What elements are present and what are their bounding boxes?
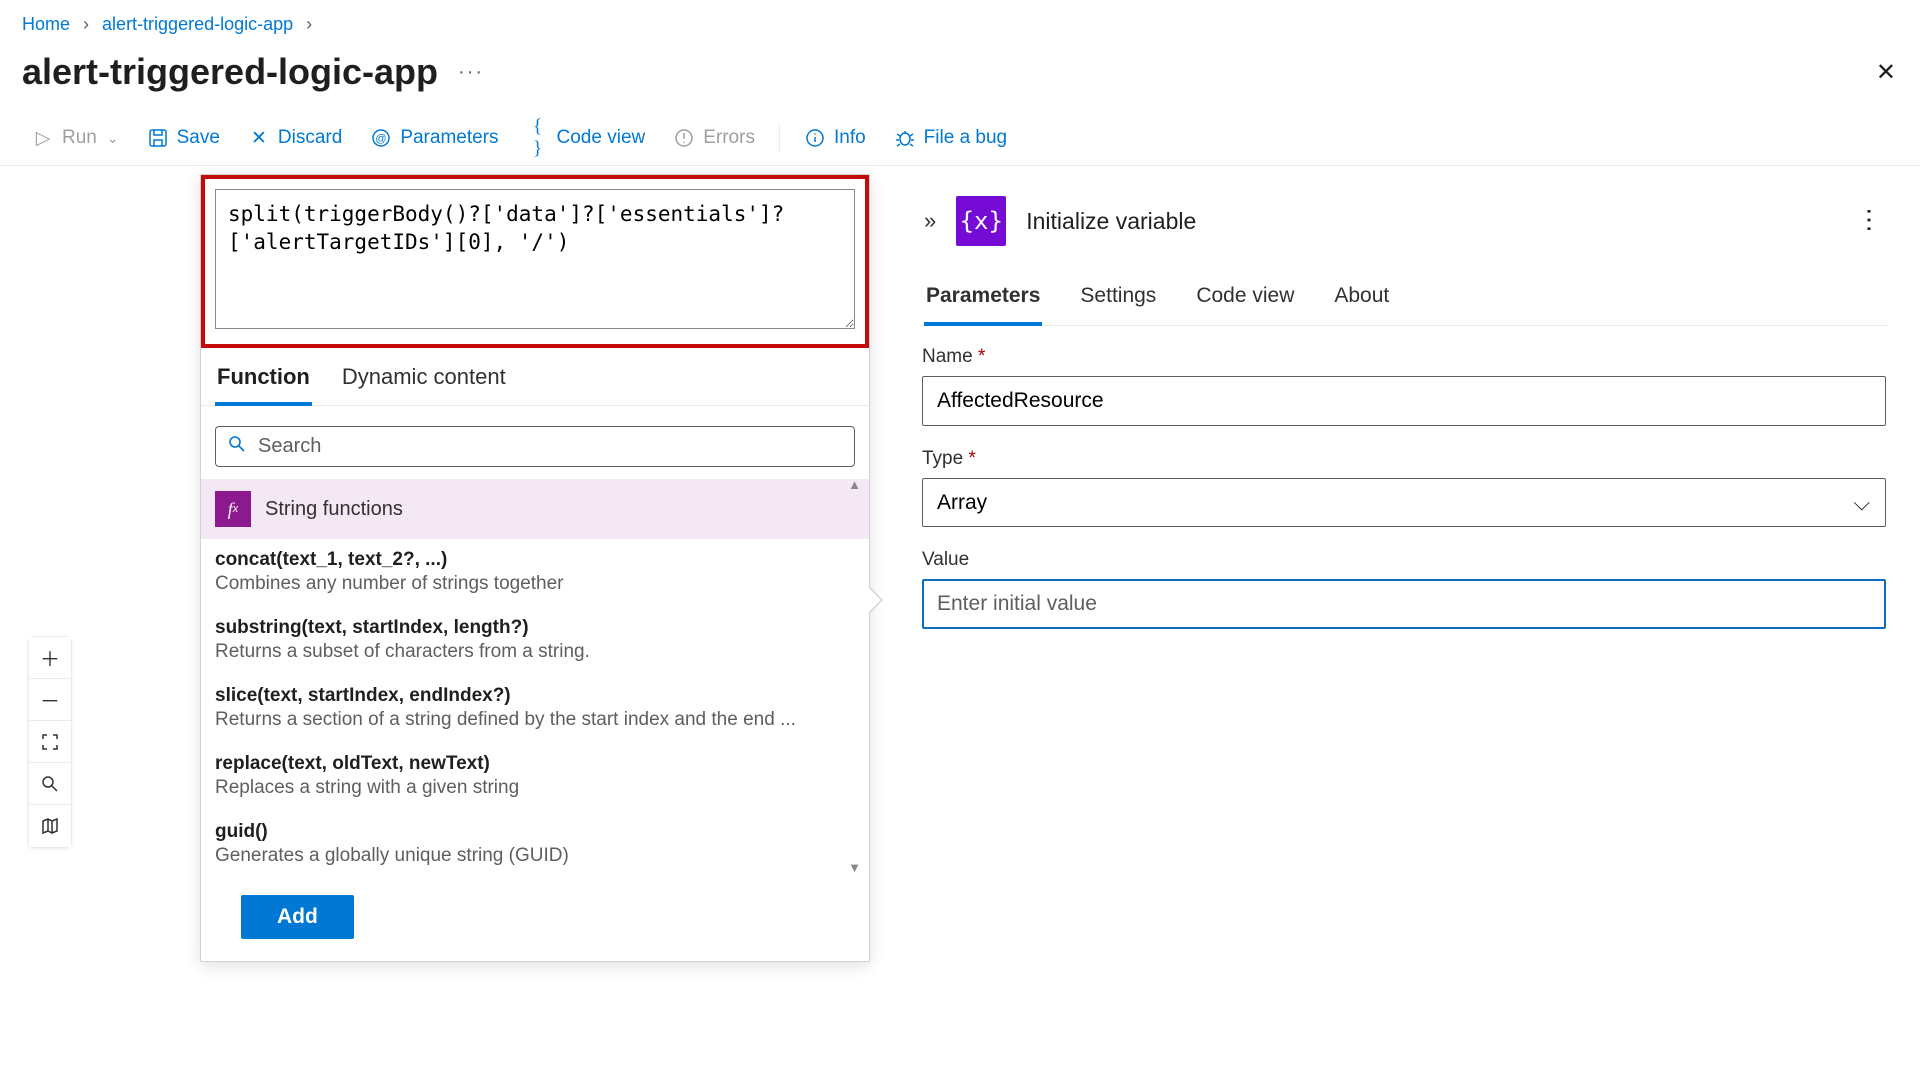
canvas-controls: ＋ － (28, 636, 72, 848)
properties-panel: » {x} Initialize variable ⋯ Parameters S… (910, 166, 1920, 1046)
breadcrumb-parent[interactable]: alert-triggered-logic-app (102, 14, 293, 34)
tab-function[interactable]: Function (215, 356, 312, 406)
field-name: Name * (922, 346, 1886, 426)
name-input[interactable] (922, 376, 1886, 426)
function-description: Generates a globally unique string (GUID… (215, 845, 855, 867)
function-description: Replaces a string with a given string (215, 777, 855, 799)
expression-editor-panel: split(triggerBody()?['data']?['essential… (200, 174, 870, 962)
field-value: Value (922, 549, 1886, 629)
tab-codeview[interactable]: Code view (1194, 276, 1296, 325)
field-type: Type * Array (922, 448, 1886, 527)
function-item[interactable]: concat(text_1, text_2?, ...) Combines an… (201, 539, 869, 607)
function-signature: concat(text_1, text_2?, ...) (215, 549, 855, 571)
discard-label: Discard (278, 127, 342, 149)
parameters-button[interactable]: @ Parameters (356, 121, 512, 155)
svg-text:@: @ (376, 133, 387, 145)
search-icon (228, 435, 246, 458)
scroll-up-icon[interactable]: ▲ (848, 477, 861, 492)
collapse-icon[interactable]: » (924, 208, 936, 234)
function-list[interactable]: concat(text_1, text_2?, ...) Combines an… (201, 539, 869, 879)
required-icon: * (968, 448, 975, 469)
info-label: Info (834, 127, 866, 149)
chevron-down-icon: ⌄ (107, 130, 119, 147)
toolbar: ▷ Run ⌄ Save ✕ Discard @ Parameters { } … (0, 111, 1920, 166)
function-item[interactable]: slice(text, startIndex, endIndex?) Retur… (201, 675, 869, 743)
codeview-label: Code view (557, 127, 646, 149)
function-search-input[interactable] (258, 435, 842, 458)
info-icon (804, 127, 826, 149)
required-icon: * (978, 346, 985, 367)
function-item[interactable]: replace(text, oldText, newText) Replaces… (201, 743, 869, 811)
name-label: Name (922, 346, 973, 367)
minimap-button[interactable] (29, 805, 71, 847)
bug-icon (894, 127, 916, 149)
function-description: Returns a subset of characters from a st… (215, 641, 855, 663)
type-label: Type (922, 448, 963, 469)
toolbar-separator (779, 124, 780, 152)
filebug-button[interactable]: File a bug (880, 121, 1021, 155)
parameters-label: Parameters (400, 127, 498, 149)
save-icon (147, 127, 169, 149)
function-item[interactable]: substring(text, startIndex, length?) Ret… (201, 607, 869, 675)
more-actions-icon[interactable]: ··· (458, 61, 484, 84)
tab-dynamic-content[interactable]: Dynamic content (340, 356, 508, 405)
tab-settings[interactable]: Settings (1078, 276, 1158, 325)
expression-textarea[interactable]: split(triggerBody()?['data']?['essential… (215, 189, 855, 329)
codeview-button[interactable]: { } Code view (513, 121, 660, 155)
expression-box-highlight: split(triggerBody()?['data']?['essential… (201, 175, 869, 348)
function-signature: replace(text, oldText, newText) (215, 753, 855, 775)
action-title: Initialize variable (1026, 208, 1835, 235)
parameters-icon: @ (370, 127, 392, 149)
panel-pointer-icon (869, 586, 883, 614)
tab-about[interactable]: About (1332, 276, 1391, 325)
error-icon (673, 127, 695, 149)
breadcrumb: Home › alert-triggered-logic-app › (0, 0, 1920, 41)
function-signature: substring(text, startIndex, length?) (215, 617, 855, 639)
run-button[interactable]: ▷ Run ⌄ (18, 121, 133, 155)
main-content: ＋ － split(triggerBody()?['data']?['essen… (0, 166, 1920, 1046)
function-item[interactable]: guid() Generates a globally unique strin… (201, 811, 869, 879)
function-signature: guid() (215, 821, 855, 843)
errors-label: Errors (703, 127, 755, 149)
expression-tabs: Function Dynamic content (201, 348, 869, 406)
zoom-out-button[interactable]: － (29, 679, 71, 721)
chevron-right-icon: › (75, 14, 97, 34)
properties-header: » {x} Initialize variable ⋯ (920, 186, 1888, 266)
discard-button[interactable]: ✕ Discard (234, 121, 356, 155)
function-search[interactable] (215, 426, 855, 467)
breadcrumb-home[interactable]: Home (22, 14, 70, 34)
page-title: alert-triggered-logic-app (22, 51, 438, 93)
play-icon: ▷ (32, 127, 54, 149)
zoom-in-button[interactable]: ＋ (29, 637, 71, 679)
tab-parameters[interactable]: Parameters (924, 276, 1042, 326)
value-label: Value (922, 549, 969, 570)
chevron-right-icon: › (298, 14, 320, 34)
variable-icon: {x} (956, 196, 1006, 246)
category-title: String functions (265, 498, 403, 521)
run-label: Run (62, 127, 97, 149)
properties-tabs: Parameters Settings Code view About (920, 266, 1888, 326)
info-button[interactable]: Info (790, 121, 880, 155)
function-category-header[interactable]: fx String functions ▲ (201, 479, 869, 539)
function-signature: slice(text, startIndex, endIndex?) (215, 685, 855, 707)
save-label: Save (177, 127, 220, 149)
discard-icon: ✕ (248, 127, 270, 149)
function-description: Combines any number of strings together (215, 573, 855, 595)
fullscreen-button[interactable] (29, 721, 71, 763)
save-button[interactable]: Save (133, 121, 234, 155)
type-select[interactable]: Array (922, 478, 1886, 527)
close-icon[interactable]: ✕ (1876, 58, 1896, 87)
title-bar: alert-triggered-logic-app ··· ✕ (0, 41, 1920, 111)
scroll-down-icon[interactable]: ▼ (848, 860, 861, 875)
value-input[interactable] (922, 579, 1886, 629)
add-button[interactable]: Add (241, 895, 354, 939)
function-description: Returns a section of a string defined by… (215, 709, 855, 731)
errors-button[interactable]: Errors (659, 121, 769, 155)
fx-icon: fx (215, 491, 251, 527)
more-icon[interactable]: ⋯ (1854, 207, 1885, 236)
search-canvas-button[interactable] (29, 763, 71, 805)
braces-icon: { } (527, 127, 549, 149)
filebug-label: File a bug (924, 127, 1007, 149)
